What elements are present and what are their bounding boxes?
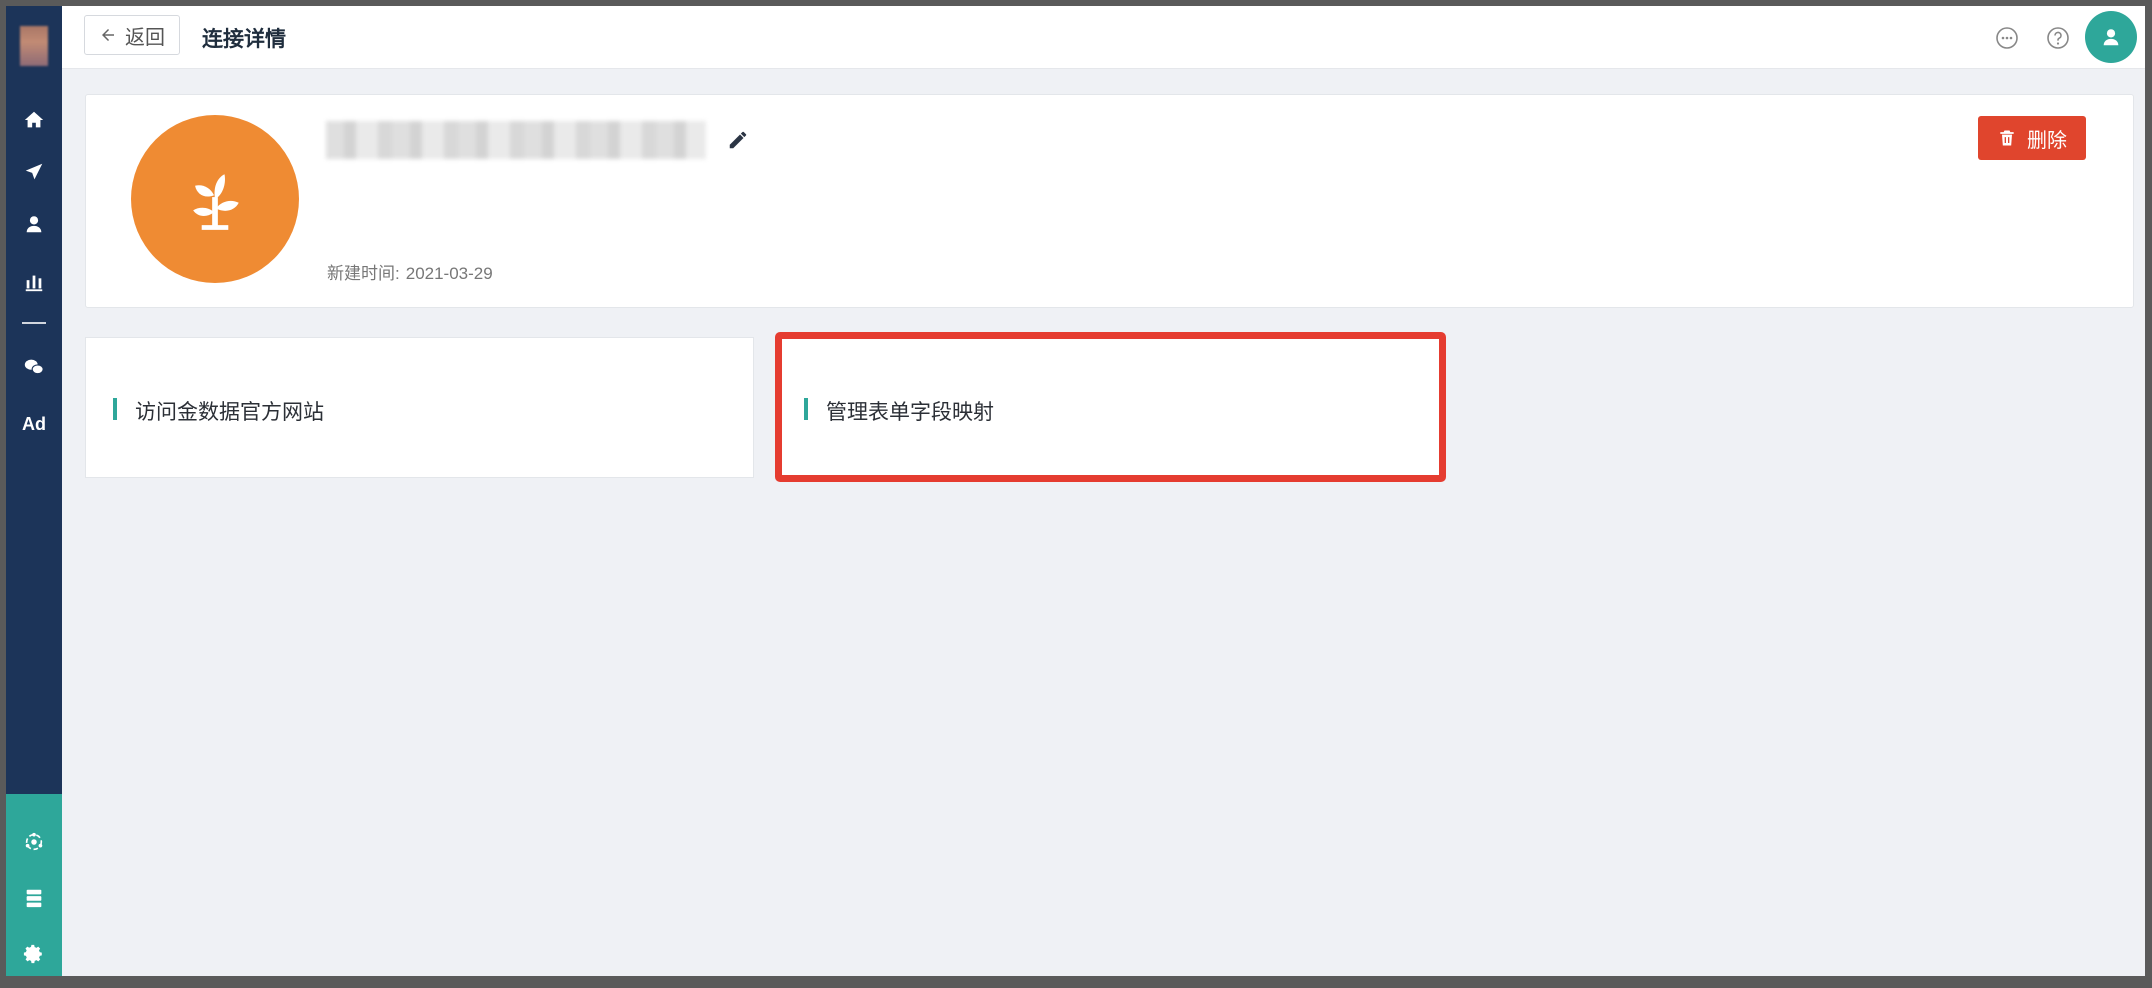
help-icon[interactable] [2044,24,2072,52]
bar-chart-icon[interactable] [6,264,62,300]
page-title: 连接详情 [202,28,286,51]
created-time: 新建时间: 2021-03-29 [327,259,493,284]
back-button-label: 返回 [125,26,165,49]
connection-hub-icon[interactable] [6,824,62,860]
user-icon[interactable] [6,206,62,242]
visit-website-card[interactable]: 访问金数据官方网站 [85,337,754,478]
field-mapping-label: 管理表单字段映射 [826,401,994,424]
server-icon[interactable] [6,880,62,916]
connection-logo [131,115,299,283]
card-accent-bar [113,398,117,420]
wechat-icon[interactable] [6,349,62,385]
ad-icon[interactable]: Ad [6,406,62,442]
back-button[interactable]: 返回 [84,15,180,55]
trash-icon [2000,130,2014,146]
send-icon[interactable] [6,154,62,190]
chat-bubble-icon[interactable] [1993,24,2021,52]
delete-button[interactable]: 删除 [1978,116,2086,160]
sprout-icon [193,174,239,230]
sidebar: Ad [6,6,62,976]
app-logo[interactable] [20,26,48,66]
delete-button-label: 删除 [2027,129,2067,152]
home-icon[interactable] [6,102,62,138]
sidebar-divider [22,322,46,324]
ad-label: Ad [22,413,46,434]
card-accent-bar [804,398,808,420]
user-avatar[interactable] [2085,11,2137,63]
connection-name-redacted [326,121,706,159]
arrow-left-icon [102,29,114,41]
created-label: 新建时间: [327,264,400,283]
visit-website-label: 访问金数据官方网站 [135,401,324,424]
field-mapping-card[interactable]: 管理表单字段映射 [776,337,1445,478]
connection-info-card: 新建时间: 2021-03-29 删除 [85,94,2134,308]
sidebar-bottom-group [6,794,62,976]
avatar-user-icon [2103,29,2119,46]
gear-icon[interactable] [6,936,62,972]
edit-pencil-icon[interactable] [727,129,749,151]
created-date: 2021-03-29 [405,264,493,283]
app-window: Ad 返回 连接详情 新建时间: 2021-03-29 删除 访问金数据官方网站… [6,6,2145,976]
top-header: 返回 连接详情 [62,6,2145,69]
